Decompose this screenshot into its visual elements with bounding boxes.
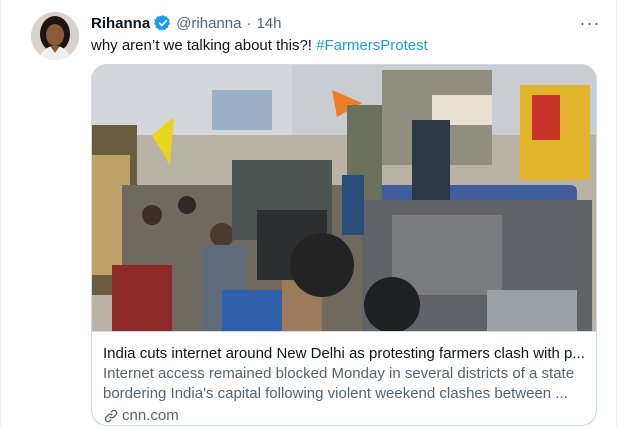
display-name[interactable]: Rihanna — [91, 15, 150, 32]
card-description: Internet access remained blocked Monday … — [103, 365, 575, 402]
verified-badge-icon — [154, 15, 171, 31]
avatar[interactable] — [31, 12, 79, 60]
link-preview-card[interactable]: India cuts internet around New Delhi as … — [91, 64, 597, 426]
link-icon — [104, 409, 118, 423]
card-text-area: India cuts internet around New Delhi as … — [92, 331, 596, 424]
timeline-divider-left — [0, 0, 1, 428]
tweet-timestamp[interactable]: 14h — [256, 15, 281, 32]
more-options-icon[interactable]: ··· — [578, 12, 602, 34]
tweet-text: why aren’t we talking about this?! #Farm… — [91, 36, 428, 56]
card-domain: cnn.com — [122, 407, 179, 424]
card-image — [92, 65, 596, 331]
user-handle[interactable]: @rihanna — [176, 15, 241, 32]
tweet-body: why aren’t we talking about this?! — [91, 37, 317, 54]
hashtag-link[interactable]: #FarmersProtest — [316, 37, 428, 54]
card-title: India cuts internet around New Delhi as … — [103, 345, 585, 362]
timeline-divider-right — [616, 0, 617, 428]
card-source: cnn.com — [103, 406, 179, 425]
header-separator: · — [246, 14, 252, 32]
tweet-header: Rihanna @rihanna · 14h — [91, 12, 282, 34]
avatar-image — [31, 12, 79, 60]
